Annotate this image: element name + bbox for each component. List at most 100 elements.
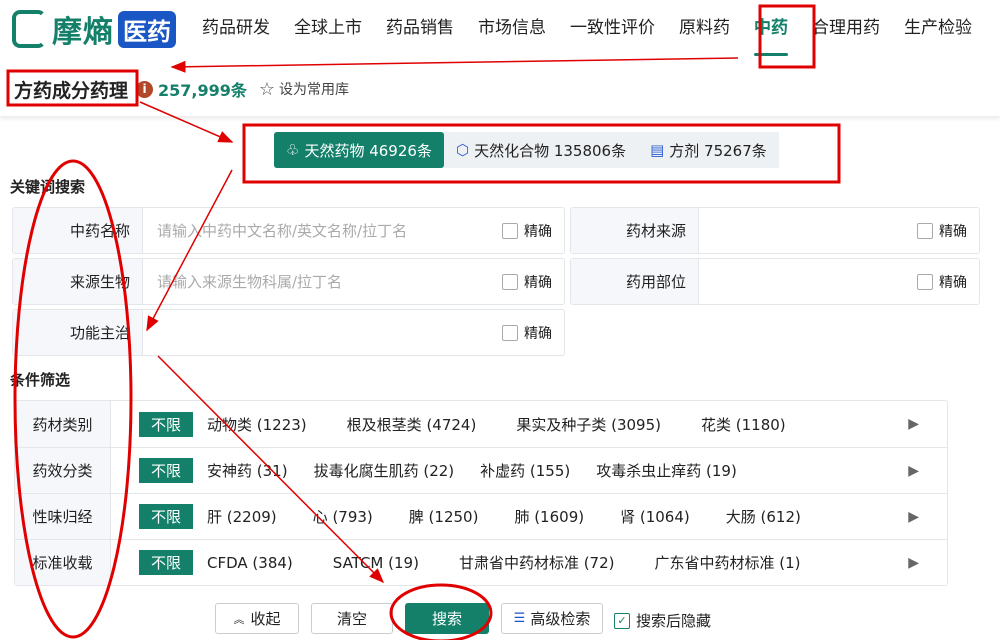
tab-0[interactable]: ♧ 天然药物 46926条	[274, 132, 444, 168]
filter-option[interactable]: 花类 (1180)	[701, 414, 786, 435]
field-input[interactable]	[699, 259, 917, 304]
nav-item[interactable]: 药品研发	[190, 0, 282, 58]
field-label: 药用部位	[571, 259, 699, 304]
page-title: 方药成分药理	[14, 79, 129, 102]
checkbox[interactable]	[917, 273, 933, 290]
set-favorite-button[interactable]: ☆ 设为常用库	[259, 79, 349, 100]
filter-row: 药材类别 不限 动物类 (1223) 根及根茎类 (4724) 果实及种子类 (3095…	[15, 401, 947, 447]
filter-section-title: 条件筛选	[10, 371, 71, 389]
brand-name: 摩熵	[52, 15, 114, 50]
nav-item[interactable]: 药品销售	[374, 0, 466, 58]
tab-1[interactable]: ⬡ 天然化合物 135806条	[444, 132, 638, 168]
logo-icon	[12, 10, 46, 48]
nav-item[interactable]: 原料药	[667, 0, 742, 58]
exact-match-checkbox[interactable]: 精确	[502, 323, 552, 343]
nav-item[interactable]: 一致性评价	[558, 0, 667, 58]
nav-item[interactable]: 市场信息	[466, 0, 558, 58]
filter-option[interactable]: 肾 (1064)	[620, 506, 690, 527]
filter-option[interactable]: 动物类 (1223)	[207, 414, 307, 435]
filter-table: 药材类别 不限 动物类 (1223) 根及根茎类 (4724) 果实及种子类 (3095…	[14, 400, 948, 586]
filter-option[interactable]: 拔毒化腐生肌药 (22)	[314, 460, 455, 481]
hide-after-search-checkbox[interactable]: ✓ 搜索后隐藏	[614, 610, 711, 631]
collapse-button[interactable]: ︽ 收起	[215, 603, 299, 634]
field-row: 药材来源 精确	[570, 207, 980, 254]
expand-right-icon[interactable]: ▶	[908, 509, 919, 525]
exact-match-checkbox[interactable]: 精确	[917, 272, 967, 292]
filter-label: 药效分类	[15, 448, 111, 493]
advanced-search-icon: ☰	[513, 611, 526, 626]
exact-label: 精确	[524, 274, 552, 291]
record-count: 257,999条	[158, 81, 247, 100]
cube-icon: ⬡	[455, 141, 470, 159]
search-button[interactable]: 搜索	[405, 603, 489, 634]
exact-label: 精确	[939, 274, 967, 291]
unlimited-option[interactable]: 不限	[139, 550, 194, 575]
filter-row: 标准收载 不限 CFDA (384) SATCM (19) 甘肃省中药材标准 (72) 广…	[15, 539, 947, 585]
filter-option[interactable]: 攻毒杀虫止痒药 (19)	[596, 460, 737, 481]
filter-option[interactable]: SATCM (19)	[333, 554, 419, 572]
info-icon[interactable]: i	[136, 80, 154, 98]
filter-option[interactable]: 肺 (1609)	[514, 506, 584, 527]
field-input[interactable]	[699, 208, 917, 253]
advanced-label: 高级检索	[530, 610, 591, 628]
exact-match-checkbox[interactable]: 精确	[502, 272, 552, 292]
filter-option[interactable]: 补虚药 (155)	[480, 460, 570, 481]
filter-option[interactable]: 安神药 (31)	[207, 460, 288, 481]
page-header: 方药成分药理 i 257,999条 ☆ 设为常用库	[0, 62, 1000, 116]
exact-label: 精确	[524, 325, 552, 342]
filter-option[interactable]: 脾 (1250)	[409, 506, 479, 527]
expand-right-icon[interactable]: ▶	[908, 555, 919, 571]
logo[interactable]: 摩熵 医药	[12, 7, 176, 51]
favorite-label: 设为常用库	[279, 82, 350, 98]
exact-match-checkbox[interactable]: 精确	[502, 221, 552, 241]
field-row: 药用部位 精确	[570, 258, 980, 305]
unlimited-option[interactable]: 不限	[139, 458, 194, 483]
filter-option[interactable]: 甘肃省中药材标准 (72)	[459, 552, 615, 573]
nav-item[interactable]: 中药	[742, 0, 800, 58]
checkbox[interactable]	[502, 222, 518, 239]
filter-option[interactable]: 心 (793)	[313, 506, 373, 527]
field-row: 来源生物 请输入来源生物科属/拉丁名 精确	[12, 258, 565, 305]
expand-right-icon[interactable]: ▶	[908, 416, 919, 432]
filter-option[interactable]: 果实及种子类 (3095)	[516, 414, 661, 435]
filter-option[interactable]: 根及根茎类 (4724)	[347, 414, 477, 435]
document-icon: ▤	[650, 141, 665, 159]
field-row: 功能主治 精确	[12, 309, 565, 356]
filter-row: 药效分类 不限 安神药 (31) 拔毒化腐生肌药 (22) 补虚药 (155) 攻毒杀虫止…	[15, 447, 947, 493]
filter-option[interactable]: 广东省中药材标准 (1)	[655, 552, 801, 573]
field-input[interactable]: 请输入中药中文名称/英文名称/拉丁名	[143, 208, 502, 253]
field-placeholder: 请输入中药中文名称/英文名称/拉丁名	[157, 222, 408, 240]
filter-option[interactable]: 大肠 (612)	[726, 506, 801, 527]
expand-right-icon[interactable]: ▶	[908, 463, 919, 479]
collapse-label: 收起	[250, 610, 281, 628]
filter-option[interactable]: CFDA (384)	[207, 554, 293, 572]
filter-label: 药材类别	[15, 401, 111, 447]
keyword-section-title: 关键词搜索	[10, 178, 86, 196]
advanced-search-button[interactable]: ☰ 高级检索	[501, 603, 603, 634]
nav-item[interactable]: 合理用药	[800, 0, 892, 58]
tab-label: 方剂 75267条	[669, 141, 767, 160]
field-label: 中药名称	[13, 208, 143, 253]
top-nav: 摩熵 医药 药品研发 全球上市 药品销售 市场信息 一致性评价 原料药 中药 合理用药 生产检验	[0, 0, 1000, 58]
field-label: 功能主治	[13, 310, 143, 355]
exact-label: 精确	[524, 223, 552, 240]
checkbox[interactable]	[502, 273, 518, 290]
checkbox[interactable]	[502, 324, 518, 341]
tab-label: 天然化合物 135806条	[474, 141, 627, 160]
tab-2[interactable]: ▤ 方剂 75267条	[638, 132, 779, 168]
clear-button[interactable]: 清空	[311, 603, 393, 634]
star-icon: ☆	[258, 78, 276, 100]
field-input[interactable]	[143, 310, 502, 355]
filter-option[interactable]: 肝 (2209)	[207, 506, 277, 527]
field-row: 中药名称 请输入中药中文名称/英文名称/拉丁名 精确	[12, 207, 565, 254]
nav-item[interactable]: 全球上市	[282, 0, 374, 58]
nav-item[interactable]: 生产检验	[892, 0, 984, 58]
unlimited-option[interactable]: 不限	[139, 504, 194, 529]
filter-label: 性味归经	[15, 494, 111, 539]
database-tabs: ♧ 天然药物 46926条 ⬡ 天然化合物 135806条 ▤ 方剂 75267条	[274, 132, 779, 168]
exact-match-checkbox[interactable]: 精确	[917, 221, 967, 241]
field-label: 药材来源	[571, 208, 699, 253]
field-input[interactable]: 请输入来源生物科属/拉丁名	[143, 259, 502, 304]
checkbox[interactable]	[917, 222, 933, 239]
unlimited-option[interactable]: 不限	[139, 411, 194, 437]
